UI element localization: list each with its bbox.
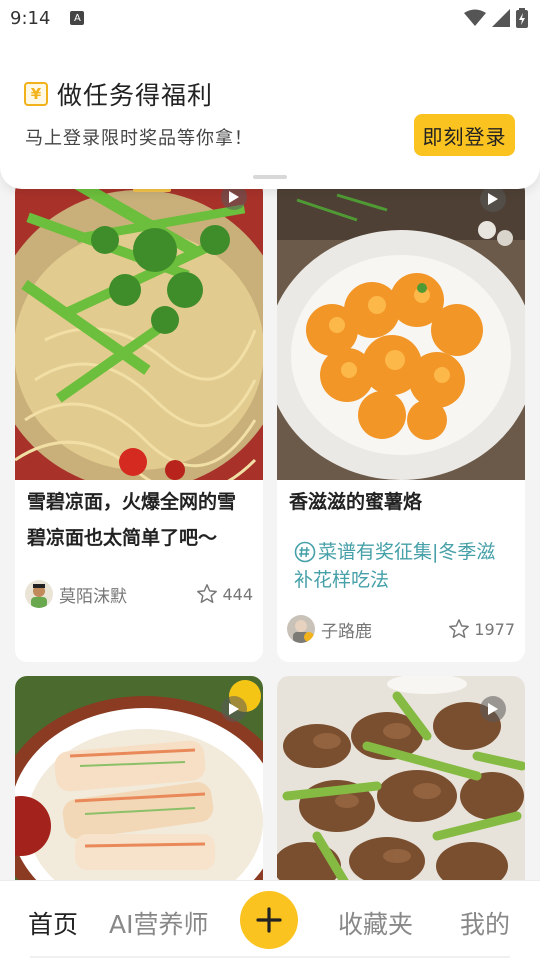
recipe-tag-line: 补花样吃法 bbox=[294, 569, 390, 591]
star-icon bbox=[197, 584, 218, 603]
nav-home[interactable]: 首页 bbox=[28, 905, 78, 941]
app-screen: 9:14 A ¥ 做任务得福利 马上登录限时奖品等你拿！ 即刻登录 雪碧凉面，火… bbox=[0, 0, 540, 960]
recipe-title[interactable]: 雪碧凉面，火爆全网的雪 碧凉面也太简单了吧～ bbox=[27, 484, 255, 556]
recipe-image[interactable] bbox=[277, 676, 525, 896]
recipe-card[interactable] bbox=[277, 676, 525, 896]
status-bar: 9:14 A bbox=[0, 0, 540, 36]
promo-title-row: ¥ 做任务得福利 bbox=[24, 76, 213, 112]
battery-icon bbox=[516, 8, 528, 28]
status-time: 9:14 bbox=[10, 7, 51, 29]
recipe-title-line: 雪碧凉面，火爆全网的雪 bbox=[27, 491, 237, 513]
sheet-drag-handle[interactable] bbox=[253, 175, 287, 179]
likes-count: 1977 bbox=[474, 619, 515, 639]
yen-icon: ¥ bbox=[24, 82, 48, 106]
nav-me[interactable]: 我的 bbox=[460, 905, 510, 941]
nav-ai-nutritionist[interactable]: AI营养师 bbox=[109, 905, 208, 941]
plus-icon bbox=[256, 907, 282, 933]
status-icons bbox=[464, 8, 528, 28]
avatar[interactable] bbox=[287, 615, 315, 643]
avatar[interactable] bbox=[25, 580, 53, 608]
likes[interactable]: 1977 bbox=[448, 618, 515, 640]
recipe-tag-text: 菜谱有奖征集|冬季滋 bbox=[318, 541, 496, 563]
hashtag-icon bbox=[294, 541, 316, 563]
recipe-meta: 子路鹿 1977 bbox=[287, 615, 515, 643]
add-button[interactable] bbox=[240, 891, 298, 949]
recipe-image[interactable] bbox=[277, 180, 525, 480]
wifi-icon bbox=[464, 9, 486, 26]
home-indicator bbox=[30, 956, 510, 958]
signal-icon bbox=[492, 9, 510, 27]
recipe-meta: 莫陌沫默 444 bbox=[25, 580, 253, 608]
promo-subtitle: 马上登录限时奖品等你拿！ bbox=[25, 128, 253, 149]
video-play-icon bbox=[221, 696, 247, 722]
video-play-icon bbox=[480, 696, 506, 722]
recipe-title[interactable]: 香滋滋的蜜薯烙 bbox=[289, 484, 517, 520]
video-play-icon bbox=[480, 186, 506, 212]
login-promo-sheet: ¥ 做任务得福利 马上登录限时奖品等你拿！ 即刻登录 bbox=[0, 36, 540, 189]
notification-a-icon: A bbox=[70, 11, 85, 25]
author-name[interactable]: 子路鹿 bbox=[321, 617, 372, 642]
promo-title: 做任务得福利 bbox=[57, 81, 214, 110]
recipe-topic-tag[interactable]: 菜谱有奖征集|冬季滋 补花样吃法 bbox=[294, 538, 516, 594]
likes[interactable]: 444 bbox=[196, 583, 253, 605]
recipe-tag-line: 菜谱有奖征集|冬季滋 bbox=[294, 538, 516, 566]
recipe-card[interactable]: 雪碧凉面，火爆全网的雪 碧凉面也太简单了吧～ 莫陌沫默 444 bbox=[15, 180, 263, 662]
star-icon bbox=[449, 619, 470, 638]
login-button[interactable]: 即刻登录 bbox=[414, 114, 515, 156]
recipe-image[interactable] bbox=[15, 676, 263, 896]
nav-favorites[interactable]: 收藏夹 bbox=[338, 905, 413, 941]
likes-count: 444 bbox=[222, 584, 253, 604]
author-name[interactable]: 莫陌沫默 bbox=[59, 582, 127, 607]
recipe-image[interactable] bbox=[15, 180, 263, 480]
recipe-card[interactable] bbox=[15, 676, 263, 896]
bottom-nav: 首页 AI营养师 收藏夹 我的 bbox=[0, 880, 540, 960]
recipe-title-line: 碧凉面也太简单了吧～ bbox=[27, 527, 218, 549]
recipe-card[interactable]: 香滋滋的蜜薯烙 菜谱有奖征集|冬季滋 补花样吃法 子路鹿 1977 bbox=[277, 180, 525, 662]
